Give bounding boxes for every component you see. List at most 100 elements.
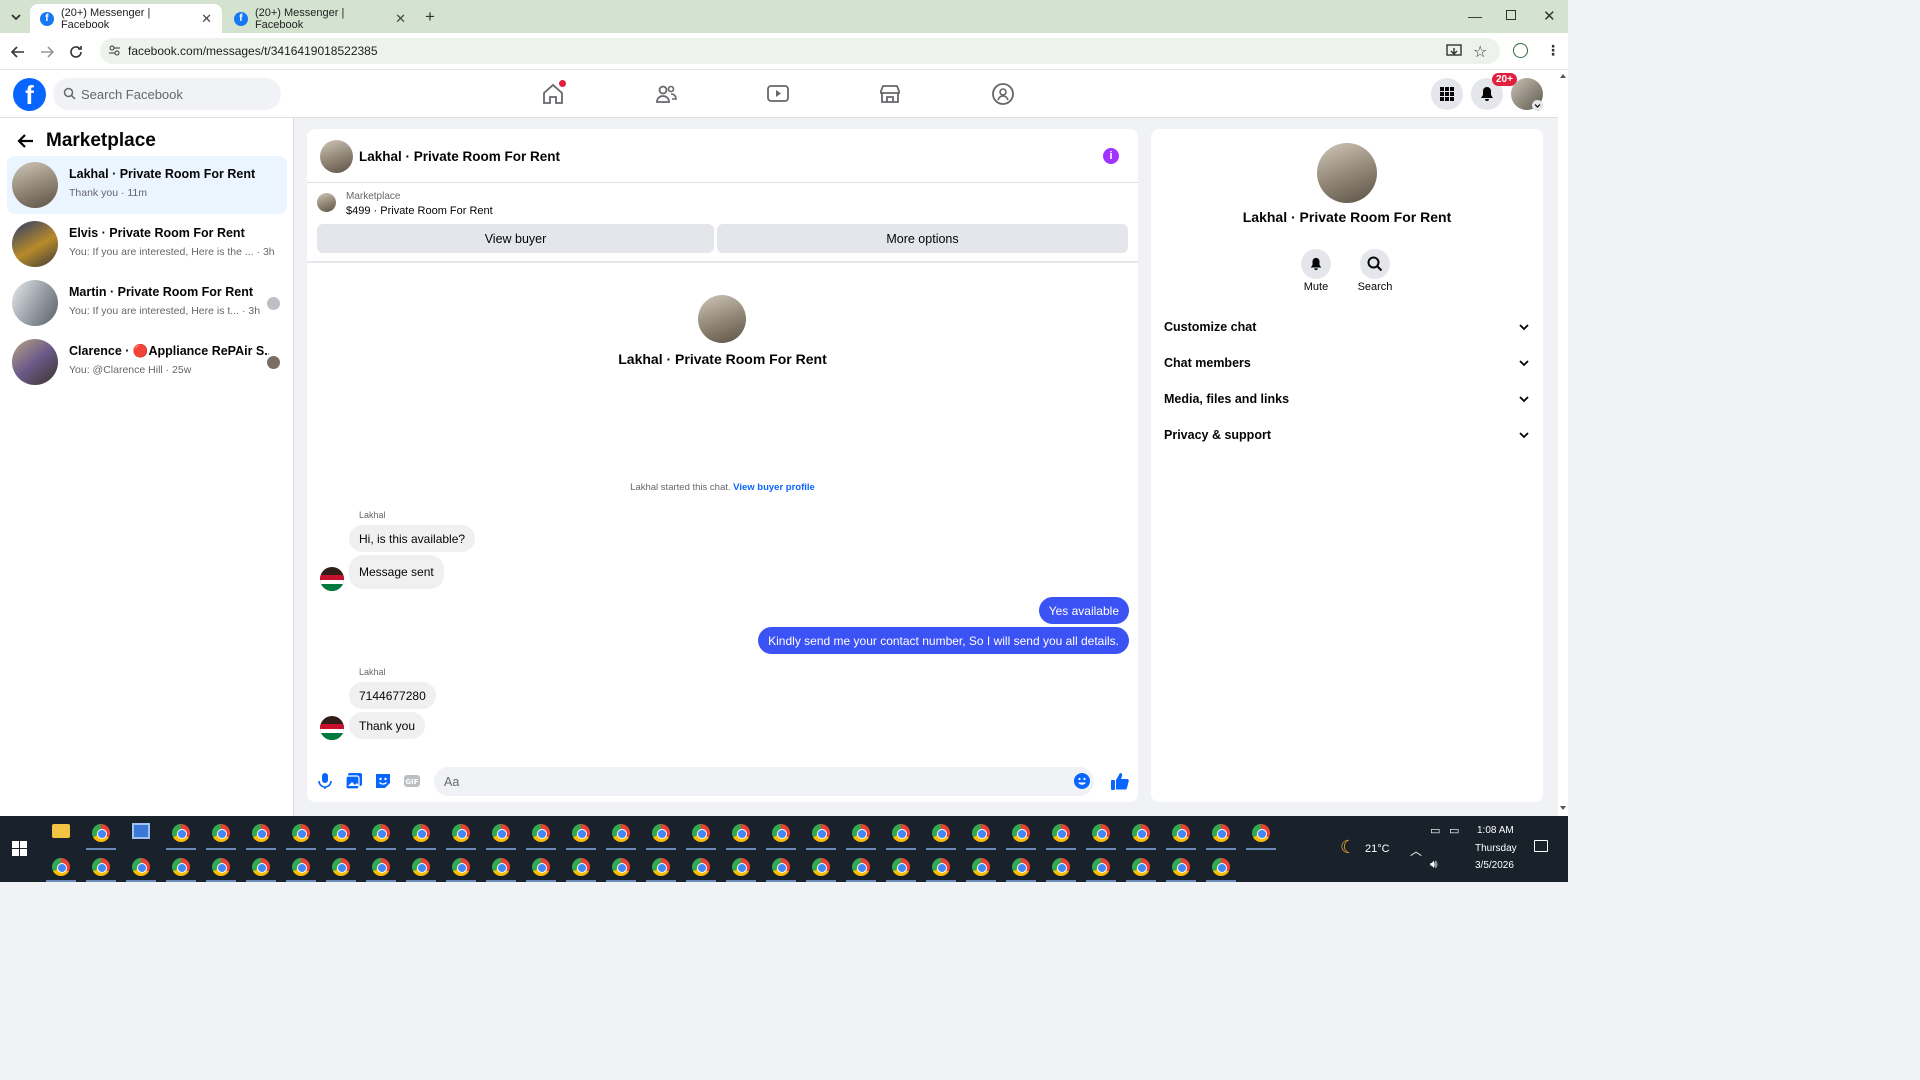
- chrome-taskbar-icon[interactable]: [1212, 824, 1230, 842]
- view-buyer-button[interactable]: View buyer: [317, 224, 714, 253]
- chrome-taskbar-icon[interactable]: [372, 858, 390, 876]
- display-icon[interactable]: ▭: [1449, 824, 1459, 837]
- browser-menu-icon[interactable]: ⋮: [1546, 42, 1560, 59]
- file-explorer-icon[interactable]: [52, 824, 70, 838]
- gif-icon[interactable]: GIF: [403, 772, 421, 790]
- chrome-taskbar-icon[interactable]: [1052, 858, 1070, 876]
- menu-grid-button[interactable]: [1431, 78, 1463, 110]
- chrome-taskbar-icon[interactable]: [572, 858, 590, 876]
- chrome-taskbar-icon[interactable]: [532, 858, 550, 876]
- chrome-taskbar-icon[interactable]: [172, 858, 190, 876]
- chrome-taskbar-icon[interactable]: [772, 858, 790, 876]
- chrome-taskbar-icon[interactable]: [852, 858, 870, 876]
- browser-tab-2[interactable]: f (20+) Messenger | Facebook ✕: [224, 4, 416, 33]
- chrome-taskbar-icon[interactable]: [92, 824, 110, 842]
- chrome-taskbar-icon[interactable]: [1012, 858, 1030, 876]
- chrome-taskbar-icon[interactable]: [1172, 824, 1190, 842]
- marketplace-icon[interactable]: [878, 82, 902, 106]
- facebook-logo[interactable]: f: [13, 78, 46, 111]
- chrome-taskbar-icon[interactable]: [212, 858, 230, 876]
- chat-header-avatar[interactable]: [320, 140, 353, 173]
- weather-temperature[interactable]: 21°C: [1365, 843, 1390, 855]
- back-arrow-icon[interactable]: [17, 132, 35, 150]
- account-chevron-icon[interactable]: [1532, 100, 1543, 111]
- home-icon[interactable]: [541, 80, 566, 106]
- browser-tab-1[interactable]: f (20+) Messenger | Facebook ✕: [30, 4, 222, 33]
- listing-price-title[interactable]: $499 · Private Room For Rent: [346, 205, 493, 217]
- profile-icon[interactable]: [1513, 43, 1528, 58]
- start-icon[interactable]: [12, 841, 27, 856]
- chrome-taskbar-icon[interactable]: [692, 824, 710, 842]
- weather-icon[interactable]: ☾: [1340, 837, 1356, 858]
- chrome-taskbar-icon[interactable]: [1092, 824, 1110, 842]
- chrome-taskbar-icon[interactable]: [372, 824, 390, 842]
- view-buyer-profile-link[interactable]: View buyer profile: [733, 482, 815, 493]
- chrome-taskbar-icon[interactable]: [492, 858, 510, 876]
- chrome-taskbar-icon[interactable]: [612, 858, 630, 876]
- info-icon[interactable]: i: [1103, 148, 1119, 164]
- sticker-icon[interactable]: [374, 772, 392, 790]
- bookmark-star-icon[interactable]: ☆: [1473, 42, 1487, 62]
- chrome-taskbar-icon[interactable]: [652, 824, 670, 842]
- install-app-icon[interactable]: [1446, 43, 1462, 59]
- chrome-taskbar-icon[interactable]: [452, 824, 470, 842]
- chrome-taskbar-icon[interactable]: [1212, 858, 1230, 876]
- chrome-taskbar-icon[interactable]: [412, 858, 430, 876]
- friends-icon[interactable]: [654, 82, 678, 106]
- new-tab-button[interactable]: +: [425, 7, 435, 27]
- conversation-item[interactable]: Martin · Private Room For Rent You: If y…: [7, 274, 287, 332]
- chat-title[interactable]: Lakhal · Private Room For Rent: [359, 149, 560, 164]
- chrome-taskbar-icon[interactable]: [932, 858, 950, 876]
- notifications-center-icon[interactable]: [1534, 840, 1548, 852]
- incoming-message[interactable]: Thank you: [349, 712, 426, 739]
- tab-list-dropdown-icon[interactable]: [9, 10, 23, 24]
- more-options-button[interactable]: More options: [717, 224, 1128, 253]
- clock-time[interactable]: 1:08 AM: [1477, 825, 1514, 836]
- chrome-taskbar-icon[interactable]: [252, 858, 270, 876]
- privacy-support-section[interactable]: Privacy & support: [1164, 417, 1530, 453]
- outgoing-message[interactable]: Kindly send me your contact number, So I…: [758, 627, 1129, 654]
- message-input[interactable]: Aa: [434, 767, 1094, 796]
- chrome-taskbar-icon[interactable]: [1132, 824, 1150, 842]
- incoming-message[interactable]: Message sent: [349, 555, 444, 589]
- chrome-taskbar-icon[interactable]: [92, 858, 110, 876]
- restore-window-button[interactable]: [1506, 10, 1516, 20]
- like-thumbs-up-icon[interactable]: [1110, 772, 1129, 790]
- show-hidden-icons-chevron[interactable]: ︿: [1410, 842, 1422, 859]
- chrome-taskbar-icon[interactable]: [332, 824, 350, 842]
- close-tab-icon[interactable]: ✕: [201, 11, 212, 27]
- video-icon[interactable]: [766, 82, 790, 106]
- chrome-taskbar-icon[interactable]: [332, 858, 350, 876]
- search-in-conversation-button[interactable]: [1360, 249, 1390, 279]
- chrome-taskbar-icon[interactable]: [652, 858, 670, 876]
- clock-day[interactable]: Thursday: [1475, 843, 1517, 854]
- chrome-taskbar-icon[interactable]: [1092, 858, 1110, 876]
- chrome-taskbar-icon[interactable]: [812, 858, 830, 876]
- app-icon[interactable]: [132, 823, 150, 839]
- chrome-taskbar-icon[interactable]: [812, 824, 830, 842]
- site-info-icon[interactable]: [108, 44, 121, 57]
- conversation-item[interactable]: Lakhal · Private Room For Rent Thank you…: [7, 156, 287, 214]
- groups-icon[interactable]: [991, 82, 1015, 106]
- chat-members-section[interactable]: Chat members: [1164, 345, 1530, 381]
- chrome-taskbar-icon[interactable]: [212, 824, 230, 842]
- chrome-taskbar-icon[interactable]: [972, 824, 990, 842]
- chrome-taskbar-icon[interactable]: [732, 824, 750, 842]
- chrome-taskbar-icon[interactable]: [732, 858, 750, 876]
- photo-icon[interactable]: [345, 772, 363, 790]
- chrome-taskbar-icon[interactable]: [292, 824, 310, 842]
- search-facebook-input[interactable]: Search Facebook: [53, 78, 281, 110]
- chrome-taskbar-icon[interactable]: [892, 858, 910, 876]
- chrome-taskbar-icon[interactable]: [1252, 824, 1270, 842]
- chrome-taskbar-icon[interactable]: [292, 858, 310, 876]
- chrome-taskbar-icon[interactable]: [572, 824, 590, 842]
- incoming-message[interactable]: 7144677280: [349, 682, 436, 709]
- conversation-item[interactable]: Elvis · Private Room For Rent You: If yo…: [7, 215, 287, 273]
- chrome-taskbar-icon[interactable]: [1012, 824, 1030, 842]
- chrome-taskbar-icon[interactable]: [1052, 824, 1070, 842]
- customize-chat-section[interactable]: Customize chat: [1164, 309, 1530, 345]
- microphone-icon[interactable]: [316, 772, 334, 790]
- chrome-taskbar-icon[interactable]: [412, 824, 430, 842]
- chrome-taskbar-icon[interactable]: [612, 824, 630, 842]
- chrome-taskbar-icon[interactable]: [132, 858, 150, 876]
